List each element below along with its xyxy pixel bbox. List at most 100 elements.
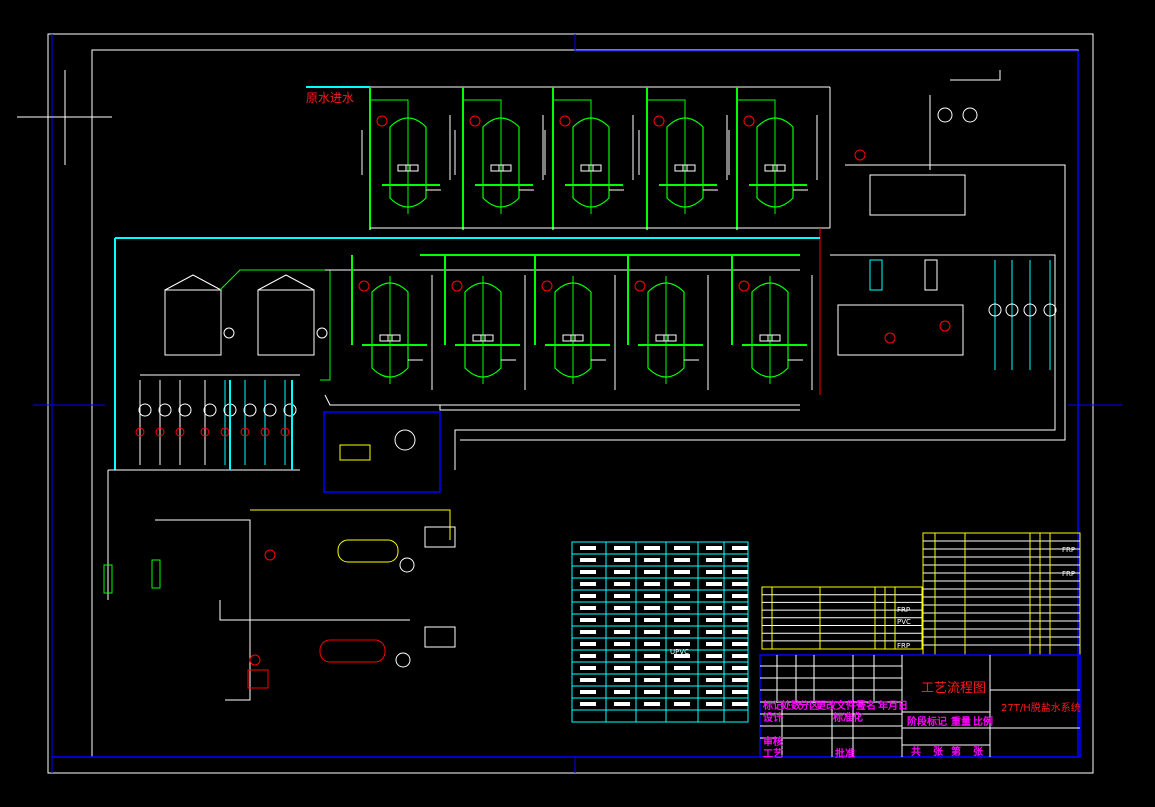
legend-symbol — [644, 678, 660, 682]
legend-symbol — [732, 678, 748, 682]
legend-symbol — [614, 654, 630, 658]
legend-symbol — [732, 558, 748, 562]
pump-icon — [178, 403, 192, 417]
legend-symbol — [614, 546, 630, 550]
pipe — [324, 394, 800, 406]
legend-symbol — [614, 570, 630, 574]
instrument-tag — [559, 115, 571, 127]
pipe — [439, 405, 800, 411]
legend-symbol — [674, 582, 690, 586]
level-gauge — [316, 327, 328, 339]
legend-symbol — [580, 666, 596, 670]
legend-symbol — [644, 582, 660, 586]
label-sheets-unit-2: 张 — [973, 747, 983, 758]
legend-symbol — [706, 594, 722, 598]
level-indicator — [151, 559, 161, 589]
legend-symbol — [732, 666, 748, 670]
legend-symbol — [674, 606, 690, 610]
legend-symbol — [732, 654, 748, 658]
legend-symbol — [644, 654, 660, 658]
pump-icon — [962, 107, 978, 123]
legend-symbol — [580, 678, 596, 682]
legend-symbol — [732, 606, 748, 610]
right-tank — [837, 304, 964, 356]
legend-symbol — [674, 678, 690, 682]
pump-icon — [203, 403, 217, 417]
instrument-tag — [376, 115, 388, 127]
legend-symbol — [732, 546, 748, 550]
legend-symbol — [732, 582, 748, 586]
legend-symbol — [614, 678, 630, 682]
pump-icon — [138, 403, 152, 417]
filter — [869, 259, 883, 291]
legend-symbol — [580, 570, 596, 574]
inlet-label: 原水进水 — [306, 91, 355, 105]
legend-symbol — [580, 606, 596, 610]
legend-symbol — [674, 546, 690, 550]
label-standardization: 标准化 — [833, 713, 863, 724]
legend-symbol — [706, 558, 722, 562]
legend-symbol — [706, 654, 722, 658]
instrument-tag — [358, 280, 370, 292]
instrument-tag — [541, 280, 553, 292]
instrument-tag — [469, 115, 481, 127]
drawing-title: 工艺流程图 — [921, 681, 987, 696]
legend-symbol — [732, 618, 748, 622]
instrument-tag — [738, 280, 750, 292]
pump-icon — [399, 557, 415, 573]
tank-roof — [164, 274, 222, 291]
legend-symbol — [580, 654, 596, 658]
dosing-unit-box — [323, 411, 441, 493]
label-scale: 比例 — [973, 717, 993, 728]
parts-material: PVC — [897, 618, 911, 626]
pipe — [460, 164, 1066, 441]
dryer — [247, 669, 269, 689]
legend-symbol — [644, 702, 660, 706]
dosing-pump — [394, 429, 416, 451]
legend-symbol — [614, 642, 630, 646]
legend-symbol — [644, 642, 660, 646]
pipe — [647, 99, 686, 112]
legend-symbol — [580, 618, 596, 622]
system-name: 27T/H脱盐水系统 — [1001, 703, 1081, 714]
parts-material: FRP — [897, 642, 911, 650]
parts-material: FRP — [897, 606, 911, 614]
legend-symbol — [706, 618, 722, 622]
instrument-tag — [939, 320, 951, 332]
legend-symbol — [644, 558, 660, 562]
label-approve: 批准 — [835, 749, 855, 760]
legend-symbol — [644, 606, 660, 610]
label-sheets-total: 共 — [911, 747, 921, 758]
pump-icon — [283, 403, 297, 417]
top-right-tank — [869, 174, 966, 216]
legend-symbol — [706, 666, 722, 670]
pump-icon — [395, 652, 411, 668]
legend-symbol — [674, 666, 690, 670]
instrument-tag — [854, 149, 866, 161]
legend-symbol — [732, 570, 748, 574]
legend-symbol — [580, 690, 596, 694]
legend-symbol — [644, 546, 660, 550]
legend-symbol — [580, 642, 596, 646]
legend-symbol — [706, 546, 722, 550]
pump-icon — [243, 403, 257, 417]
legend-symbol — [674, 630, 690, 634]
legend-symbol — [614, 690, 630, 694]
legend-symbol — [614, 702, 630, 706]
pump-icon — [937, 107, 953, 123]
instrument-tag — [743, 115, 755, 127]
legend-symbol — [674, 618, 690, 622]
legend-symbol — [614, 582, 630, 586]
pipe — [950, 70, 1001, 81]
parts-material: FRP — [1062, 546, 1076, 554]
pipe — [553, 99, 592, 112]
storage-tank — [164, 289, 222, 356]
legend-symbol — [706, 702, 722, 706]
instrument-tag — [451, 280, 463, 292]
pump-icon — [158, 403, 172, 417]
rev-header-count: 处数 — [781, 701, 801, 712]
yellow-pipe — [250, 509, 451, 540]
legend-symbol — [732, 690, 748, 694]
label-stage-mark: 阶段标记 — [907, 717, 947, 728]
legend-symbol — [706, 642, 722, 646]
